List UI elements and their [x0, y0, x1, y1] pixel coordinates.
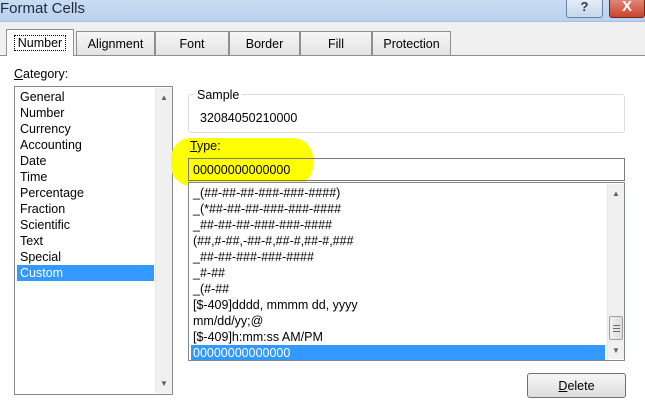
help-button[interactable]: ?: [566, 0, 603, 18]
grip-line: [613, 328, 620, 329]
format-item-selected[interactable]: 00000000000000: [191, 345, 605, 360]
format-item[interactable]: _##-##-###-###-####: [191, 249, 605, 265]
format-item[interactable]: [$-409]h:mm:ss AM/PM: [191, 329, 605, 345]
delete-button[interactable]: Delete: [527, 373, 626, 398]
delete-label: elete: [567, 378, 595, 393]
delete-access-key: D: [558, 378, 568, 393]
format-item[interactable]: mm/dd/yy;@: [191, 313, 605, 329]
category-item-date[interactable]: Date: [17, 153, 154, 169]
scroll-up-arrow-icon[interactable]: ▲: [608, 185, 624, 201]
scroll-up-arrow-icon[interactable]: ▲: [156, 89, 172, 105]
format-item[interactable]: _(*##-##-##-###-###-####: [191, 201, 605, 217]
format-item[interactable]: _#-##: [191, 265, 605, 281]
format-code-list[interactable]: _(##-##-##-###-###-####) _(*##-##-##-###…: [188, 182, 625, 361]
category-label-access-key: C: [14, 67, 24, 81]
category-item-accounting[interactable]: Accounting: [17, 137, 154, 153]
tab-label: Alignment: [87, 36, 144, 51]
title-bar: Format Cells ? X: [0, 0, 645, 22]
tab-label: Font: [179, 36, 205, 51]
category-item-scientific[interactable]: Scientific: [17, 217, 154, 233]
tab-font[interactable]: Font: [155, 31, 229, 55]
tab-label: Fill: [328, 36, 344, 51]
category-label-text: ategory:: [23, 67, 69, 81]
category-item-percentage[interactable]: Percentage: [17, 185, 154, 201]
grip-line: [613, 325, 620, 326]
category-item-custom[interactable]: Custom: [17, 265, 154, 281]
category-item-currency[interactable]: Currency: [17, 121, 154, 137]
category-label: Category:: [14, 67, 68, 81]
tab-alignment[interactable]: Alignment: [76, 31, 155, 55]
close-icon: X: [621, 0, 632, 15]
tab-number[interactable]: Number: [6, 29, 74, 56]
category-item-text[interactable]: Text: [17, 233, 154, 249]
category-item-number[interactable]: Number: [17, 105, 154, 121]
type-label-text: ype:: [196, 139, 221, 153]
dialog-title: Format Cells: [0, 0, 86, 17]
category-list[interactable]: General Number Currency Accounting Date …: [14, 86, 173, 395]
category-item-time[interactable]: Time: [17, 169, 154, 185]
format-item[interactable]: [$-409]dddd, mmmm dd, yyyy: [191, 297, 605, 313]
format-item[interactable]: _##-##-##-###-###-####: [191, 217, 605, 233]
category-scrollbar[interactable]: ▲ ▼: [155, 88, 172, 393]
grip-line: [613, 331, 620, 332]
format-item[interactable]: _(#-##: [191, 281, 605, 297]
tab-border[interactable]: Border: [229, 31, 300, 55]
tab-label: Protection: [383, 36, 440, 51]
close-button[interactable]: X: [609, 0, 645, 18]
category-item-special[interactable]: Special: [17, 249, 154, 265]
tab-protection[interactable]: Protection: [372, 31, 451, 55]
format-item[interactable]: (##,#-##,-##-#,##-#,##-#,###: [191, 233, 605, 249]
tab-label: Border: [245, 36, 284, 51]
tab-label: Number: [13, 35, 67, 51]
category-item-general[interactable]: General: [17, 89, 154, 105]
type-input-value: 00000000000000: [193, 163, 291, 177]
tab-strip: Number Alignment Font Border Fill Protec…: [0, 29, 645, 56]
type-label-access-key: T: [190, 139, 197, 153]
format-item[interactable]: _(##-##-##-###-###-####): [191, 185, 605, 201]
help-icon: ?: [580, 0, 589, 14]
scroll-down-arrow-icon[interactable]: ▼: [156, 375, 172, 391]
tab-fill[interactable]: Fill: [300, 31, 372, 55]
scroll-down-arrow-icon[interactable]: ▼: [608, 342, 624, 358]
sample-value: 32084050210000: [200, 111, 298, 125]
scrollbar-thumb[interactable]: [609, 316, 623, 340]
sample-legend: Sample: [194, 88, 243, 102]
category-item-fraction[interactable]: Fraction: [17, 201, 154, 217]
format-scrollbar[interactable]: ▲ ▼: [607, 184, 624, 359]
type-label: Type:: [190, 139, 221, 153]
